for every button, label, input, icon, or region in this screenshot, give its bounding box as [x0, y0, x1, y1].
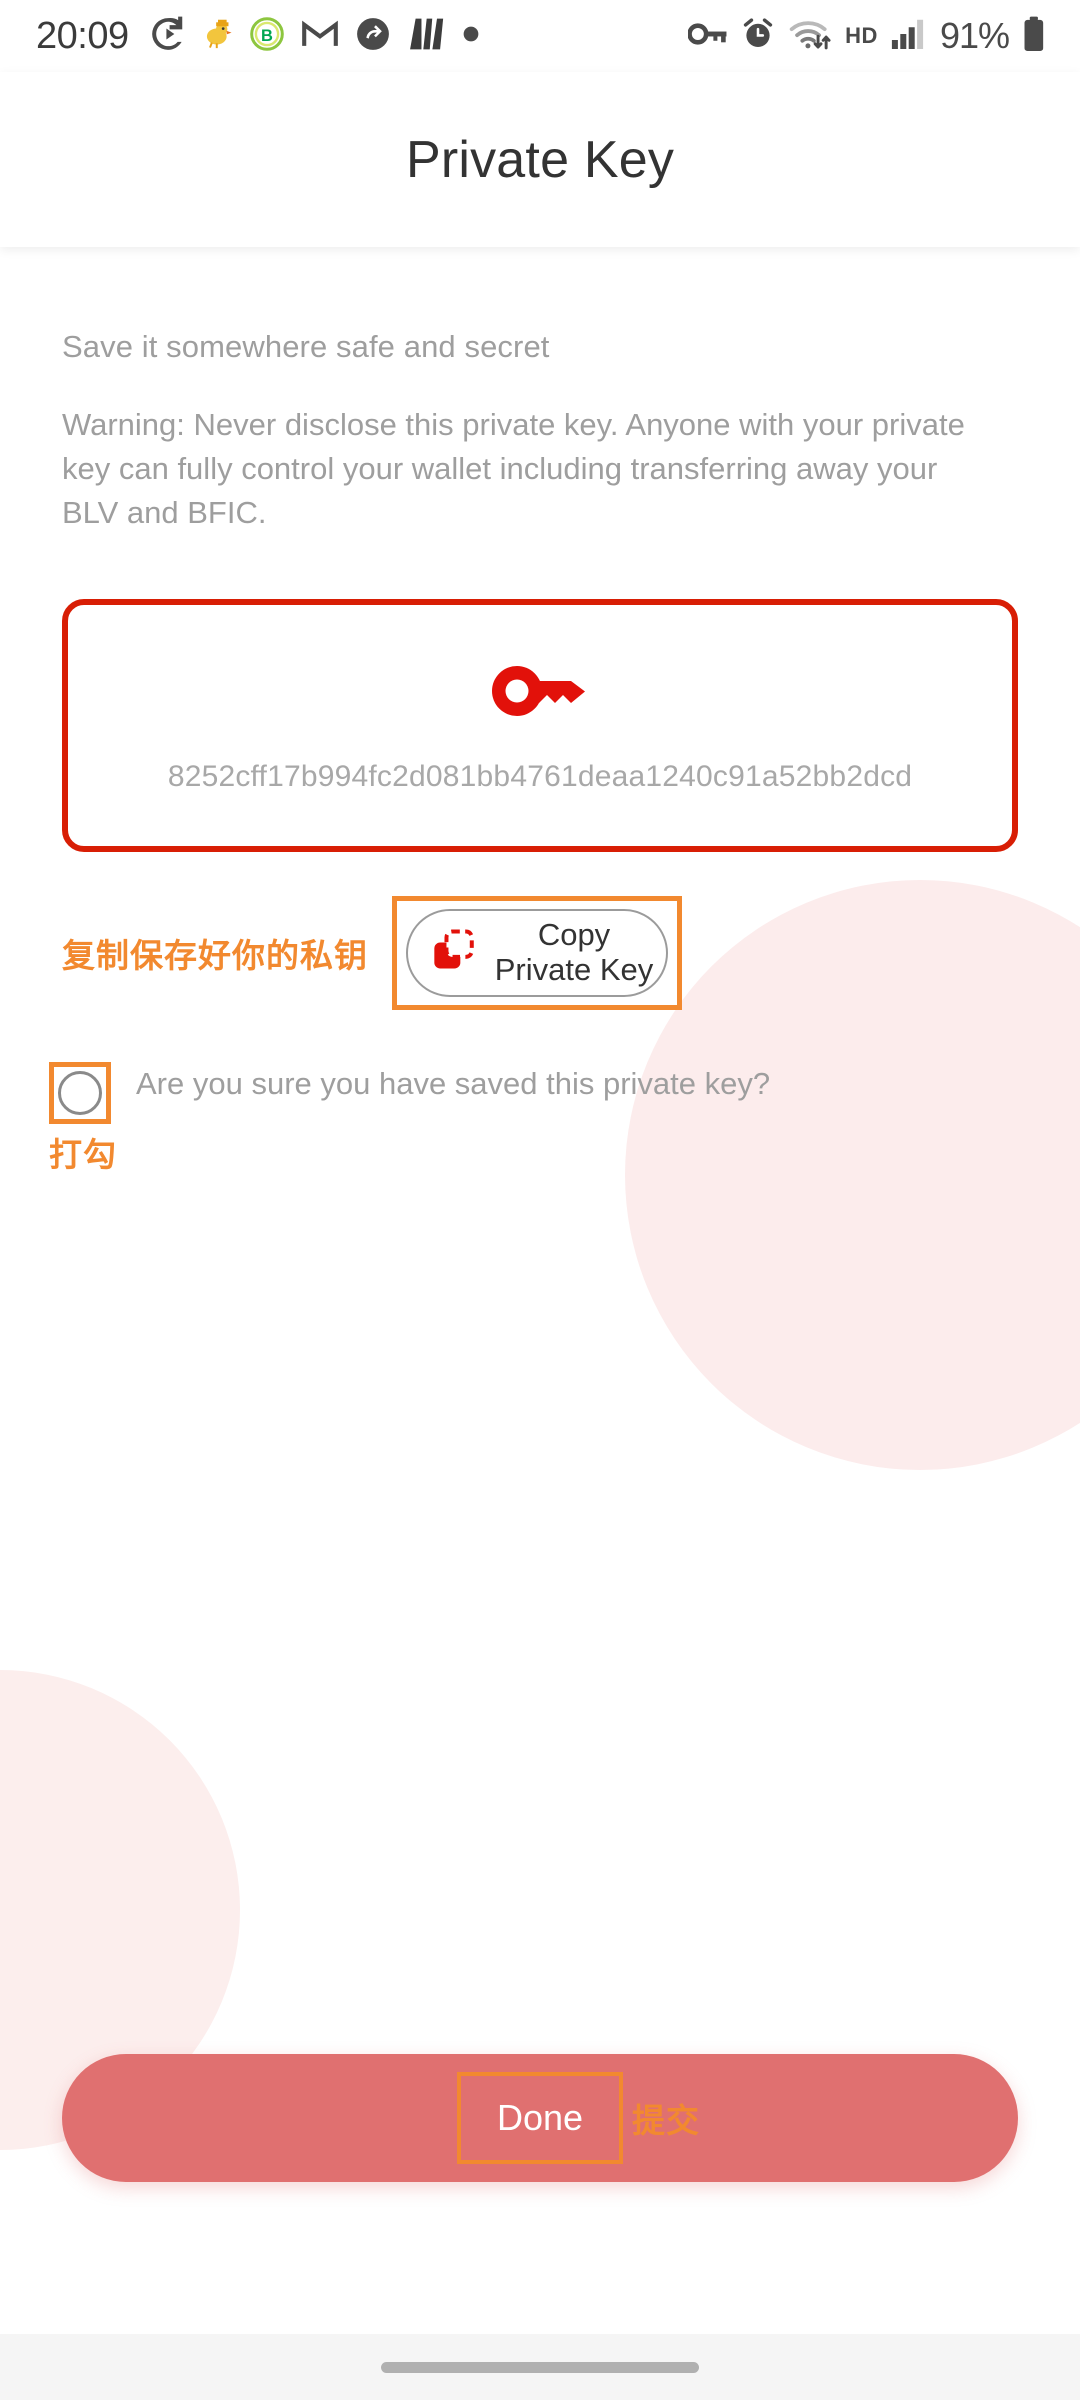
copy-private-key-button[interactable]: Copy Private Key [406, 909, 668, 998]
saved-private-key-checkbox[interactable] [58, 1071, 102, 1116]
warning-text: Warning: Never disclose this private key… [62, 407, 965, 531]
footer-actions: Done 提交 [0, 2054, 1080, 2182]
status-bar-notification-icons: B [149, 15, 479, 58]
done-annotation-highlight: Done [457, 2072, 623, 2164]
key-icon [491, 663, 589, 724]
status-clock: 20:09 [36, 14, 129, 57]
done-button[interactable]: Done 提交 [62, 2054, 1018, 2182]
page-title: Private Key [405, 130, 675, 189]
hd-badge: HD [845, 23, 878, 48]
copy-private-key-label: Copy Private Key [494, 917, 654, 988]
checkbox-annotation-highlight [49, 1062, 111, 1125]
system-navigation-bar [0, 2334, 1080, 2400]
sync-icon [355, 16, 391, 57]
checkbox-annotation-wrapper: 打勾 [49, 1062, 116, 1173]
wifi-icon [788, 17, 832, 56]
home-indicator[interactable] [381, 2361, 699, 2373]
go-arrow-icon [149, 15, 187, 58]
copy-private-key-row: 复制保存好你的私钥 Copy Private Key [62, 896, 1018, 1011]
copy-annotation-label: 复制保存好你的私钥 [62, 937, 368, 975]
subtitle-text: Save it somewhere safe and secret [62, 329, 550, 364]
status-bar: 20:09 B HD 91% [0, 0, 1080, 72]
copy-icon [430, 926, 482, 981]
duck-app-icon [203, 18, 233, 55]
svg-text:B: B [261, 26, 273, 44]
gmail-icon [301, 19, 339, 54]
battery-icon [1022, 16, 1046, 57]
status-bar-system-icons: HD 91% [687, 15, 1046, 57]
main-content: Save it somewhere safe and secret Warnin… [0, 329, 1080, 1173]
signal-bars-icon [891, 18, 927, 55]
alarm-icon [741, 17, 775, 56]
dot-icon [463, 26, 479, 47]
done-annotation-label: 提交 [632, 2102, 700, 2139]
app-header: Private Key [0, 72, 1080, 247]
done-button-label: Done [496, 2097, 584, 2138]
copy-annotation-highlight: Copy Private Key [392, 896, 682, 1011]
mw-app-icon [407, 17, 447, 56]
checkbox-annotation-label: 打勾 [49, 1136, 117, 1174]
confirm-saved-row: 打勾 Are you sure you have saved this priv… [49, 1062, 1018, 1173]
private-key-card: 8252cff17b994fc2d081bb4761deaa1240c91a52… [62, 599, 1018, 853]
confirm-saved-label: Are you sure you have saved this private… [136, 1066, 771, 1102]
vpn-key-icon [687, 19, 728, 54]
green-badge-icon: B [249, 16, 285, 57]
private-key-value: 8252cff17b994fc2d081bb4761deaa1240c91a52… [167, 760, 913, 794]
battery-percent-label: 91% [939, 15, 1010, 56]
